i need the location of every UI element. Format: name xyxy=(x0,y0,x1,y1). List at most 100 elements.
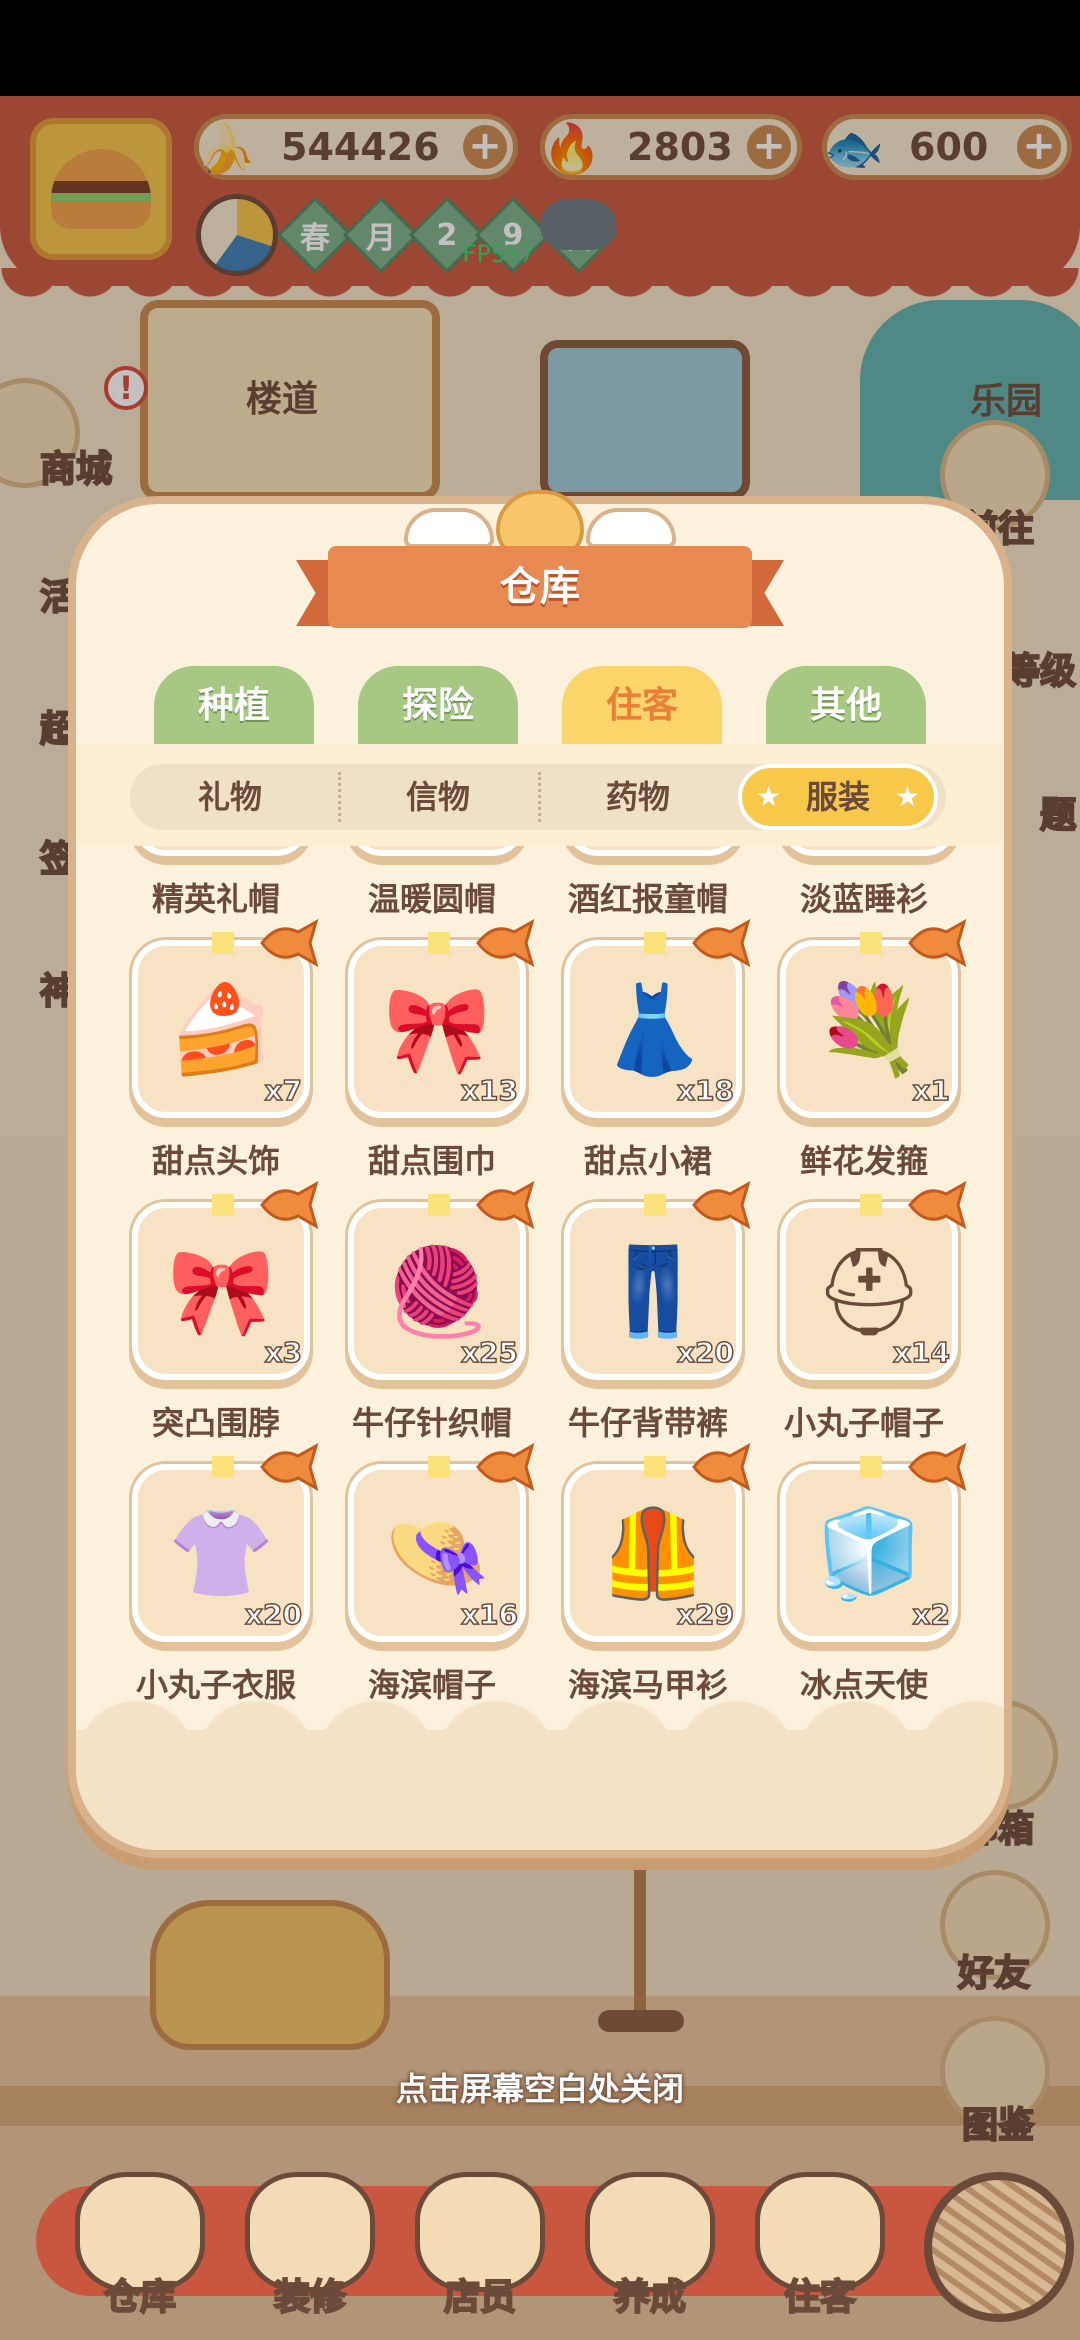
tape-icon xyxy=(860,1456,882,1478)
item-grid[interactable]: 🎩x1精英礼帽🧢x1温暖圆帽🧢x1酒红报童帽👕x1淡蓝睡衫🍰x7甜点头饰🎀x13… xyxy=(108,846,972,1726)
tape-icon xyxy=(212,1456,234,1478)
tape-icon xyxy=(428,1456,450,1478)
fish-treat-icon xyxy=(476,918,535,968)
close-hint: 点击屏幕空白处关闭 xyxy=(395,2070,684,2108)
item-quantity: x29 xyxy=(676,1597,735,1632)
item-quantity: x1 xyxy=(912,1073,951,1108)
fish-treat-icon xyxy=(908,1442,967,1492)
item-slot[interactable]: 🧊 x2 冰点天使 xyxy=(756,1442,972,1726)
item-quantity: x14 xyxy=(892,1335,951,1370)
item-quantity: x20 xyxy=(244,1597,303,1632)
pajama-icon: 👕 xyxy=(786,846,952,850)
tape-icon xyxy=(860,932,882,954)
nav-residents-label: 住客 xyxy=(783,2276,857,2319)
subtab-clothing[interactable]: 服装 xyxy=(738,764,938,830)
fish-treat-icon xyxy=(476,1442,535,1492)
item-name: 精英礼帽 xyxy=(151,880,280,918)
item-name: 海滨马甲衫 xyxy=(567,1666,728,1704)
item-name: 温暖圆帽 xyxy=(367,880,496,918)
item-name: 鲜花发箍 xyxy=(799,1142,928,1180)
item-name: 甜点围巾 xyxy=(367,1142,496,1180)
item-slot[interactable]: 👒 x16 海滨帽子 xyxy=(324,1442,540,1726)
item-slot[interactable]: 👚 x20 小丸子衣服 xyxy=(108,1442,324,1726)
tape-icon xyxy=(644,1194,666,1216)
item-name: 小丸子帽子 xyxy=(783,1404,944,1442)
item-slot[interactable]: 🦺 x29 海滨马甲衫 xyxy=(540,1442,756,1726)
item-slot[interactable]: 🧶 x25 牛仔针织帽 xyxy=(324,1180,540,1464)
item-card[interactable]: 🧢 xyxy=(348,846,526,856)
item-name: 酒红报童帽 xyxy=(567,880,728,918)
fish-treat-icon xyxy=(692,1442,751,1492)
item-name: 冰点天使 xyxy=(799,1666,928,1704)
item-card[interactable]: 🧢 xyxy=(564,846,742,856)
subcategory-tabs: 礼物 信物 药物 服装 xyxy=(130,764,946,830)
nav-develop[interactable]: 养成 xyxy=(580,2160,720,2320)
item-quantity: x13 xyxy=(460,1073,519,1108)
nav-staff-label: 店员 xyxy=(443,2276,517,2319)
tape-icon xyxy=(428,1194,450,1216)
top-hat-icon: 🎩 xyxy=(138,846,304,850)
subtab-tokens[interactable]: 信物 xyxy=(338,764,538,830)
item-quantity: x2 xyxy=(912,1597,951,1632)
fish-treat-icon xyxy=(908,918,967,968)
tape-icon xyxy=(644,932,666,954)
tape-icon xyxy=(644,1456,666,1478)
item-slot[interactable]: 🎀 x3 突凸围脖 xyxy=(108,1180,324,1464)
item-slot[interactable]: 👖 x20 牛仔背带裤 xyxy=(540,1180,756,1464)
nav-residents[interactable]: 住客 xyxy=(750,2160,890,2320)
item-quantity: x3 xyxy=(264,1335,303,1370)
fish-treat-icon xyxy=(908,1180,967,1230)
fish-treat-icon xyxy=(260,1442,319,1492)
fish-treat-icon xyxy=(692,1180,751,1230)
status-bar xyxy=(0,0,1080,96)
item-name: 甜点小裙 xyxy=(583,1142,712,1180)
item-name: 甜点头饰 xyxy=(151,1142,280,1180)
fish-treat-icon xyxy=(260,918,319,968)
item-slot[interactable]: 💐 x1 鲜花发箍 xyxy=(756,918,972,1202)
item-quantity: x18 xyxy=(676,1073,735,1108)
tape-icon xyxy=(212,1194,234,1216)
item-name: 海滨帽子 xyxy=(367,1666,496,1704)
item-slot[interactable]: 🍰 x7 甜点头饰 xyxy=(108,918,324,1202)
fish-treat-icon xyxy=(260,1180,319,1230)
tab-residents[interactable]: 住客 xyxy=(562,666,722,746)
round-hat-icon: 🧢 xyxy=(354,846,520,850)
newsboy-cap-icon: 🧢 xyxy=(570,846,736,850)
item-slot[interactable]: ⛑ x14 小丸子帽子 xyxy=(756,1180,972,1464)
tab-other[interactable]: 其他 xyxy=(766,666,926,746)
tape-icon xyxy=(212,932,234,954)
item-slot[interactable]: 🎀 x13 甜点围巾 xyxy=(324,918,540,1202)
item-name: 淡蓝睡衫 xyxy=(799,880,928,918)
yarn-ball-icon[interactable] xyxy=(924,2172,1074,2322)
tape-icon xyxy=(860,1194,882,1216)
panel-scallop-footer xyxy=(76,1700,1004,1850)
item-quantity: x16 xyxy=(460,1597,519,1632)
nav-staff[interactable]: 店员 xyxy=(410,2160,550,2320)
nav-decorate[interactable]: 装修 xyxy=(240,2160,380,2320)
item-quantity: x20 xyxy=(676,1335,735,1370)
category-tabs: 种植 探险 住客 其他 xyxy=(150,666,940,746)
item-name: 小丸子衣服 xyxy=(135,1666,296,1704)
panel-title: 仓库 xyxy=(500,564,580,610)
fish-treat-icon xyxy=(692,918,751,968)
item-card[interactable]: 👕 xyxy=(780,846,958,856)
item-name: 突凸围脖 xyxy=(151,1404,280,1442)
item-card[interactable]: 🎩 xyxy=(132,846,310,856)
right-wing-icon xyxy=(586,508,676,548)
item-name: 牛仔针织帽 xyxy=(351,1404,512,1442)
fish-treat-icon xyxy=(476,1180,535,1230)
left-wing-icon xyxy=(404,508,494,548)
tab-explore[interactable]: 探险 xyxy=(358,666,518,746)
nav-warehouse-label: 仓库 xyxy=(103,2276,177,2319)
nav-develop-label: 养成 xyxy=(613,2276,687,2319)
subtab-medicine[interactable]: 药物 xyxy=(538,764,738,830)
nav-decorate-label: 装修 xyxy=(273,2276,347,2319)
item-quantity: x7 xyxy=(264,1073,303,1108)
tab-planting[interactable]: 种植 xyxy=(154,666,314,746)
tape-icon xyxy=(428,932,450,954)
subtab-gifts[interactable]: 礼物 xyxy=(130,764,330,830)
item-slot[interactable]: 👗 x18 甜点小裙 xyxy=(540,918,756,1202)
nav-warehouse[interactable]: 仓库 xyxy=(70,2160,210,2320)
item-quantity: x25 xyxy=(460,1335,519,1370)
item-name: 牛仔背带裤 xyxy=(567,1404,728,1442)
